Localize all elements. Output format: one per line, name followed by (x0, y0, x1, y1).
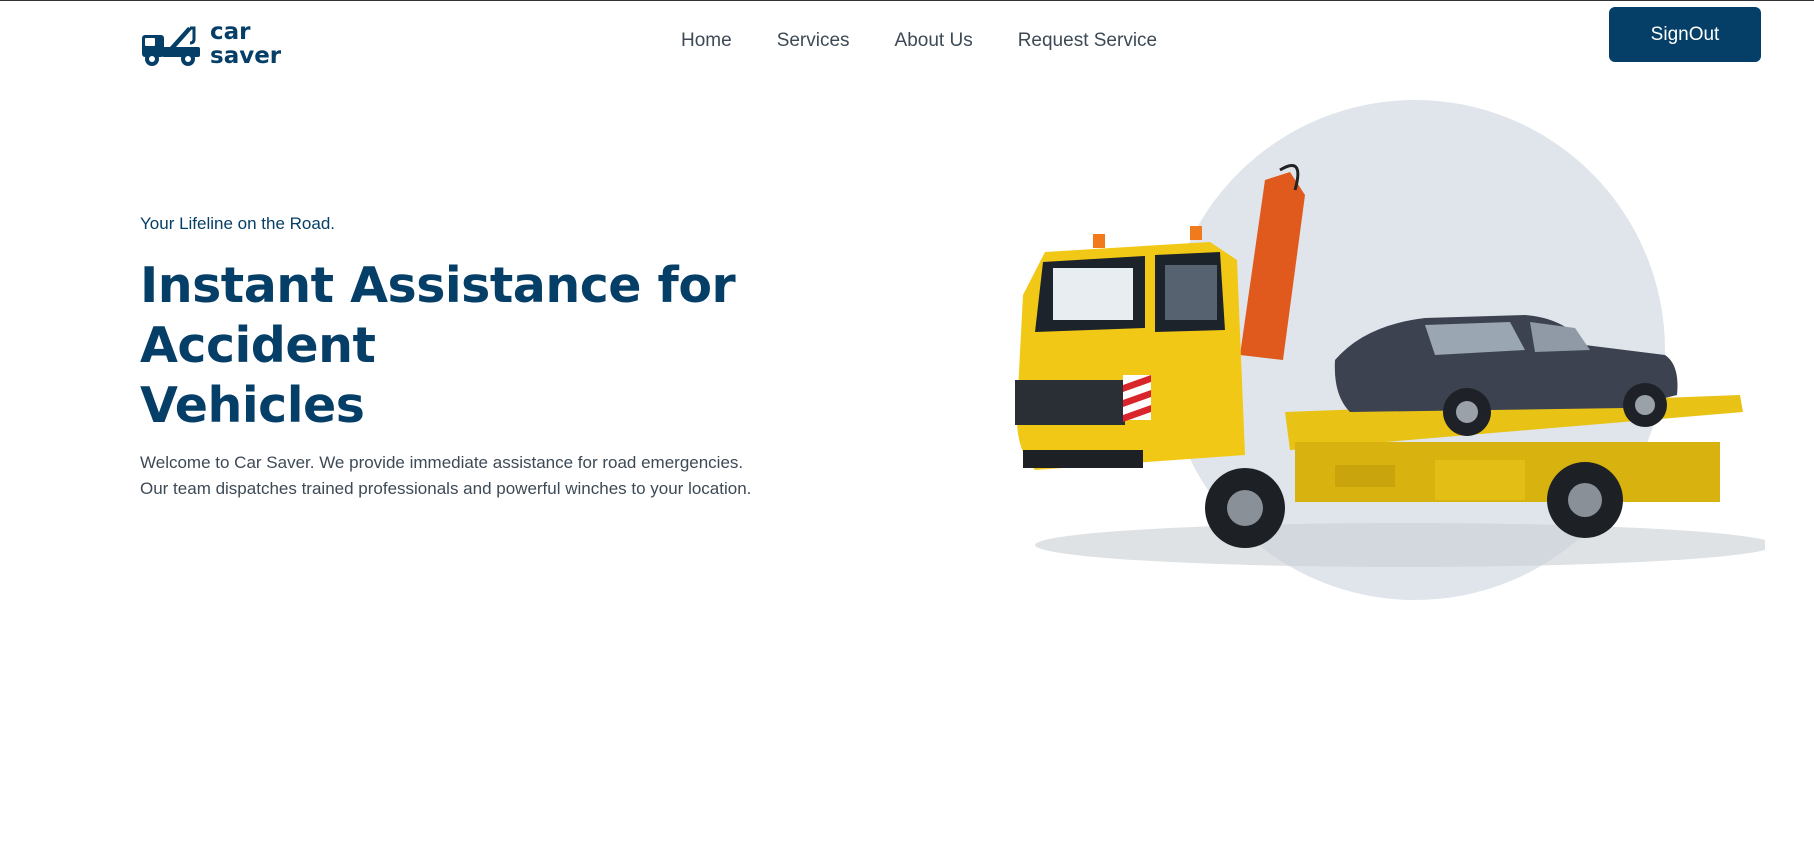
nav-request-service[interactable]: Request Service (1018, 30, 1157, 52)
hero-visual (1005, 100, 1775, 605)
signout-button[interactable]: SignOut (1609, 7, 1761, 62)
hero-title-line-1: Instant Assistance for Accident (140, 257, 736, 374)
hero-title-line-2: Vehicles (140, 377, 365, 434)
brand-line-2: saver (210, 43, 282, 69)
hero-text: Your Lifeline on the Road. Instant Assis… (140, 214, 980, 502)
brand-wordmark: car saver (210, 20, 281, 68)
brand-line-1: car (210, 19, 251, 45)
hero-title: Instant Assistance for Accident Vehicles (140, 256, 980, 436)
hero-description-line-1: Welcome to Car Saver. We provide immedia… (140, 453, 744, 472)
hero-description: Welcome to Car Saver. We provide immedia… (140, 450, 980, 502)
brand-logo[interactable]: car saver (140, 16, 281, 72)
main-nav: Home Services About Us Request Service (681, 30, 1202, 52)
tow-truck-icon (142, 26, 200, 66)
tow-truck-with-damaged-car-image (1015, 164, 1765, 567)
hero-description-line-2: Our team dispatches trained professional… (140, 479, 752, 498)
nav-home[interactable]: Home (681, 30, 732, 52)
nav-services[interactable]: Services (777, 30, 850, 52)
hero-tagline: Your Lifeline on the Road. (140, 214, 336, 233)
nav-about-us[interactable]: About Us (895, 30, 973, 52)
site-header: car saver Home Services About Us Request… (0, 0, 1814, 90)
